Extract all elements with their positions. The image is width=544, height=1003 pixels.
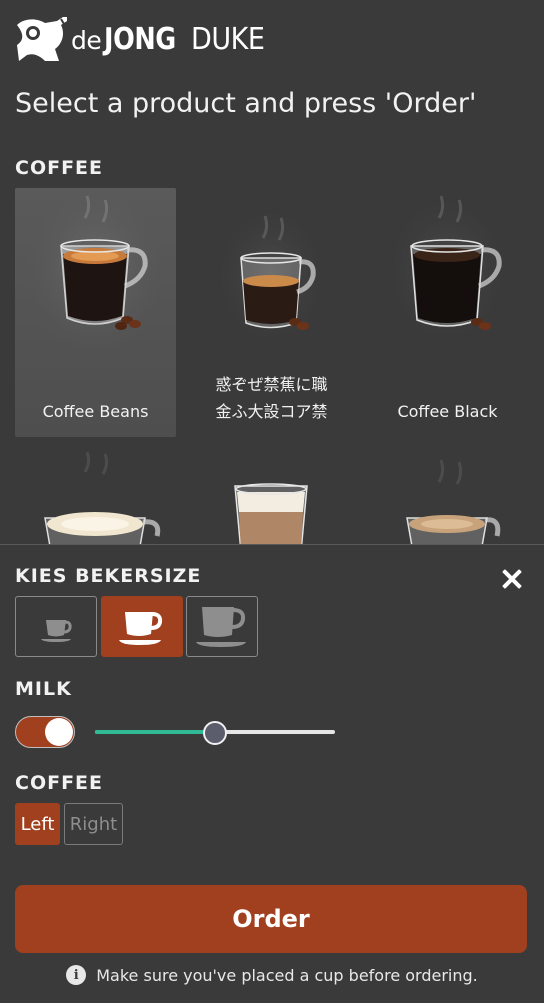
latte-glass-icon	[234, 483, 308, 547]
brand-duke: DUKE	[190, 21, 265, 57]
order-button[interactable]: Order	[15, 885, 527, 953]
milk-toggle[interactable]	[15, 716, 75, 748]
product-latte[interactable]	[191, 452, 352, 547]
product-cappuccino[interactable]	[15, 452, 176, 547]
cafe-creme-cup-icon	[406, 459, 501, 547]
black-coffee-cup-icon	[382, 195, 512, 358]
cup-size-large-button[interactable]	[186, 596, 258, 657]
product-label: Coffee Black	[397, 402, 498, 421]
slider-thumb[interactable]	[203, 721, 227, 745]
product-small-coffee[interactable]: 惑ぞぜ禁蕉に職金ふ大設コア禁	[191, 188, 352, 437]
side-right-button[interactable]: Right	[64, 803, 123, 845]
info-icon: i	[66, 965, 87, 985]
slider-fill	[95, 730, 215, 734]
jong-logo-icon	[15, 15, 69, 63]
milk-amount-slider[interactable]	[95, 721, 335, 745]
product-coffee-beans[interactable]: Coffee Beans	[15, 188, 176, 437]
brand-name: de JONG DUKE	[71, 22, 272, 57]
coffee-side-title: COFFEE	[15, 772, 104, 794]
page-title: Select a product and press 'Order'	[15, 88, 477, 119]
brand-de: de	[71, 25, 102, 55]
order-panel: KIES BEKERSIZE MILK COFFEE Left Right Or	[0, 544, 544, 1003]
product-label: 惑ぞぜ禁蕉に職金ふ大設コア禁	[215, 375, 328, 421]
brand-logo: de JONG DUKE	[15, 14, 272, 64]
small-glass-cup-icon	[211, 208, 331, 358]
medium-cup-icon	[119, 611, 163, 645]
side-left-button[interactable]: Left	[15, 803, 60, 845]
product-label: Coffee Beans	[42, 402, 149, 421]
espresso-cup-icon	[25, 193, 165, 363]
small-cup-icon	[41, 619, 72, 642]
cup-size-small-button[interactable]	[15, 596, 97, 657]
toggle-knob	[45, 718, 73, 746]
hint-text: Make sure you've placed a cup before ord…	[96, 965, 478, 985]
brand-jong: JONG	[104, 21, 176, 57]
close-icon[interactable]	[502, 569, 522, 589]
large-cup-icon	[196, 606, 246, 647]
cup-size-title: KIES BEKERSIZE	[15, 565, 202, 587]
product-cafe-creme[interactable]	[367, 452, 528, 547]
cup-size-medium-button[interactable]	[101, 596, 183, 657]
order-hint: i Make sure you've placed a cup before o…	[0, 965, 544, 985]
milk-title: MILK	[15, 678, 72, 700]
coffee-section-title: COFFEE	[15, 157, 104, 179]
product-coffee-black[interactable]: Coffee Black	[367, 188, 528, 437]
cappuccino-cup-icon	[44, 452, 161, 547]
